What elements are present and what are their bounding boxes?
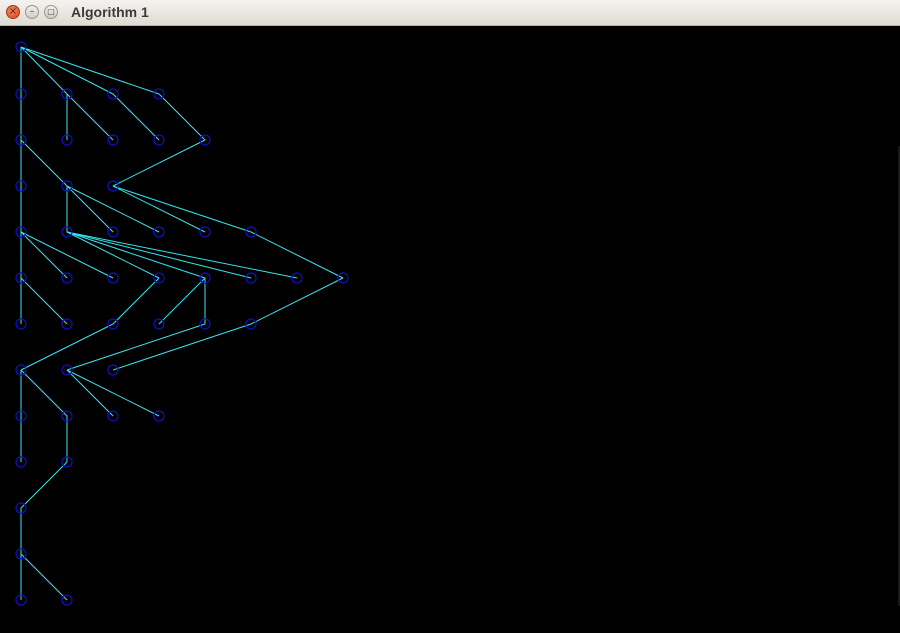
tree-edge: [20, 553, 68, 601]
tree-edge: [20, 231, 68, 279]
app-window: × – □ Algorithm 1: [0, 0, 900, 628]
tree-edge: [20, 277, 68, 325]
tree-edge: [20, 323, 114, 371]
tree-edge: [158, 277, 206, 325]
tree-edge: [20, 461, 68, 509]
tree-edge: [66, 369, 114, 417]
tree-edge: [66, 231, 252, 279]
tree-edge: [20, 46, 160, 95]
title-bar[interactable]: × – □ Algorithm 1: [0, 0, 900, 26]
tree-edge: [20, 46, 68, 95]
tree-edge: [20, 46, 114, 95]
window-title: Algorithm 1: [71, 4, 149, 20]
tree-edge: [66, 231, 298, 279]
tree-edge: [66, 231, 160, 279]
close-icon[interactable]: ×: [6, 5, 20, 19]
tree-edge: [112, 185, 252, 233]
tree-edge: [112, 93, 160, 141]
tree-edge: [66, 185, 160, 233]
tree-edge: [112, 277, 160, 325]
graph-canvas: [0, 26, 900, 628]
maximize-icon[interactable]: □: [44, 5, 58, 19]
tree-edge: [66, 323, 206, 371]
tree-edge: [66, 93, 114, 141]
tree-graph: [15, 41, 349, 606]
tree-edge: [20, 369, 68, 417]
tree-edge: [20, 139, 68, 187]
tree-edge: [250, 277, 344, 325]
tree-edge: [112, 323, 252, 371]
tree-edge: [66, 369, 160, 417]
minimize-icon[interactable]: –: [25, 5, 39, 19]
tree-edge: [112, 185, 206, 233]
edges: [20, 46, 344, 601]
tree-edge: [66, 185, 114, 233]
tree-edge: [158, 93, 206, 141]
tree-edge: [112, 139, 206, 187]
